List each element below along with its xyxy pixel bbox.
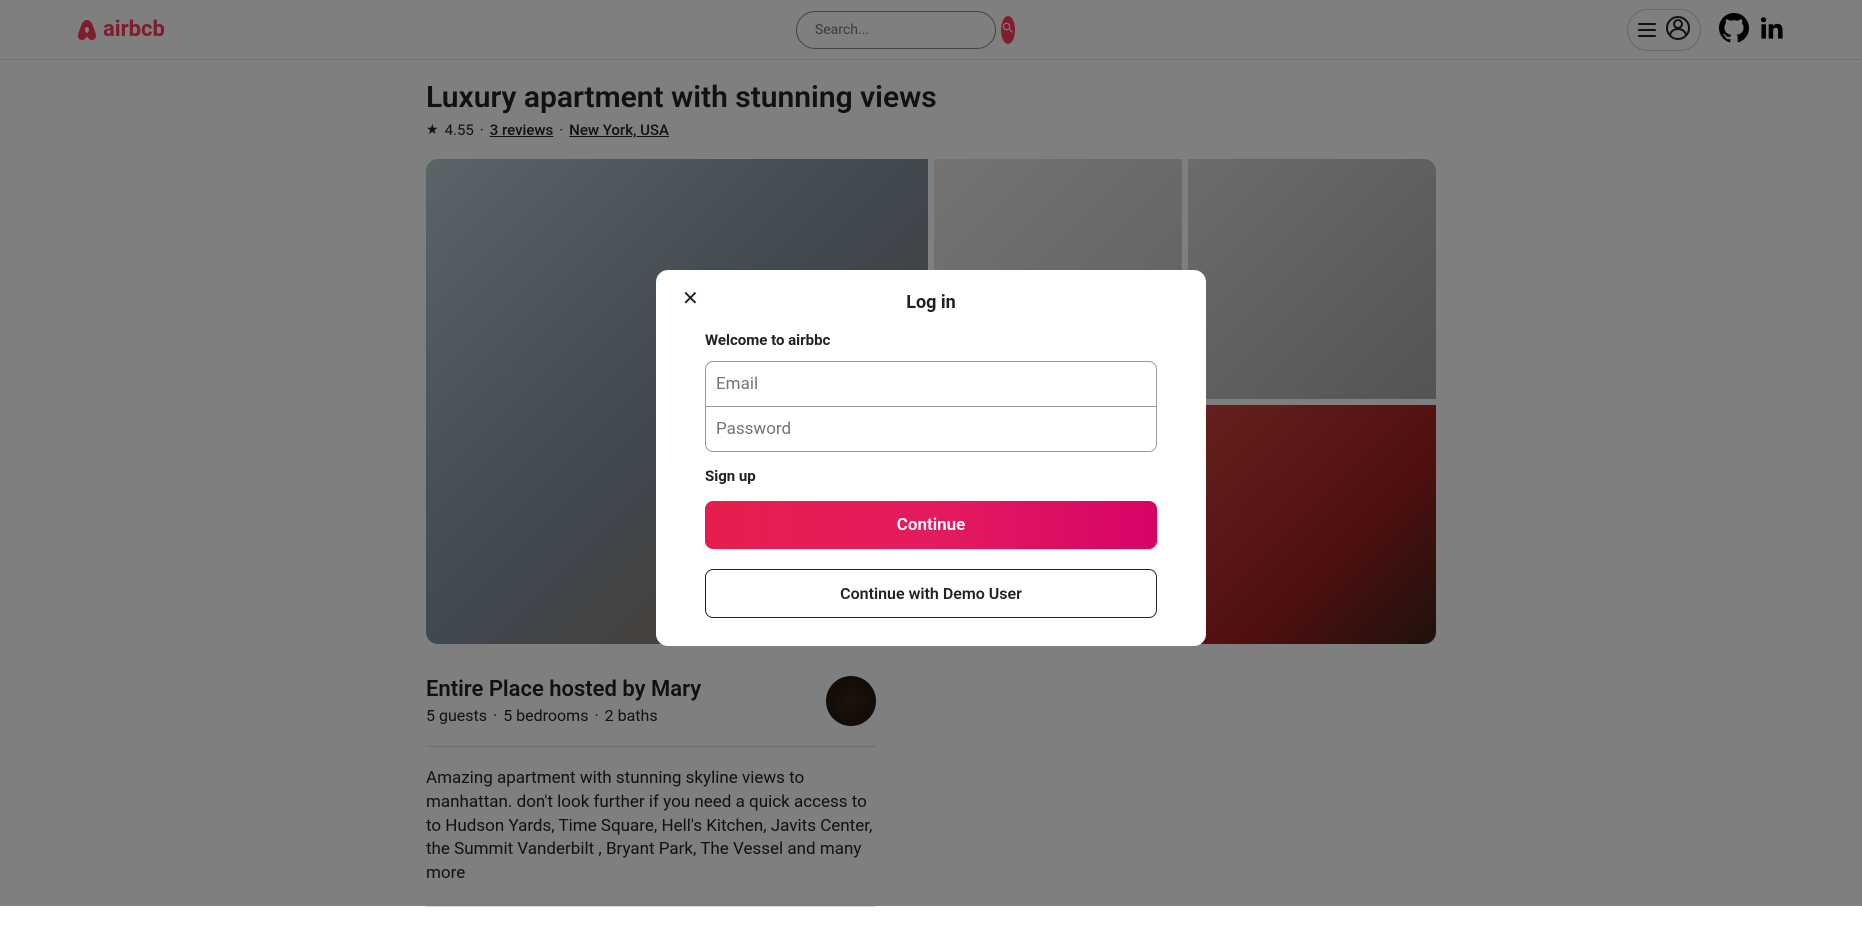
close-icon: ✕ (682, 286, 699, 310)
modal-title: Log in (680, 292, 1182, 313)
login-form: Sign up Continue Continue with Demo User (680, 361, 1182, 618)
email-input[interactable] (705, 361, 1157, 407)
modal-close-button[interactable]: ✕ (682, 288, 699, 308)
modal-overlay[interactable]: ✕ Log in Welcome to airbbc Sign up Conti… (0, 0, 1862, 906)
continue-button[interactable]: Continue (705, 501, 1157, 549)
modal-subtitle: Welcome to airbbc (680, 331, 1182, 349)
demo-user-button[interactable]: Continue with Demo User (705, 569, 1157, 618)
login-modal: ✕ Log in Welcome to airbbc Sign up Conti… (656, 270, 1206, 646)
password-input[interactable] (705, 406, 1157, 452)
signup-link[interactable]: Sign up (705, 467, 1157, 485)
